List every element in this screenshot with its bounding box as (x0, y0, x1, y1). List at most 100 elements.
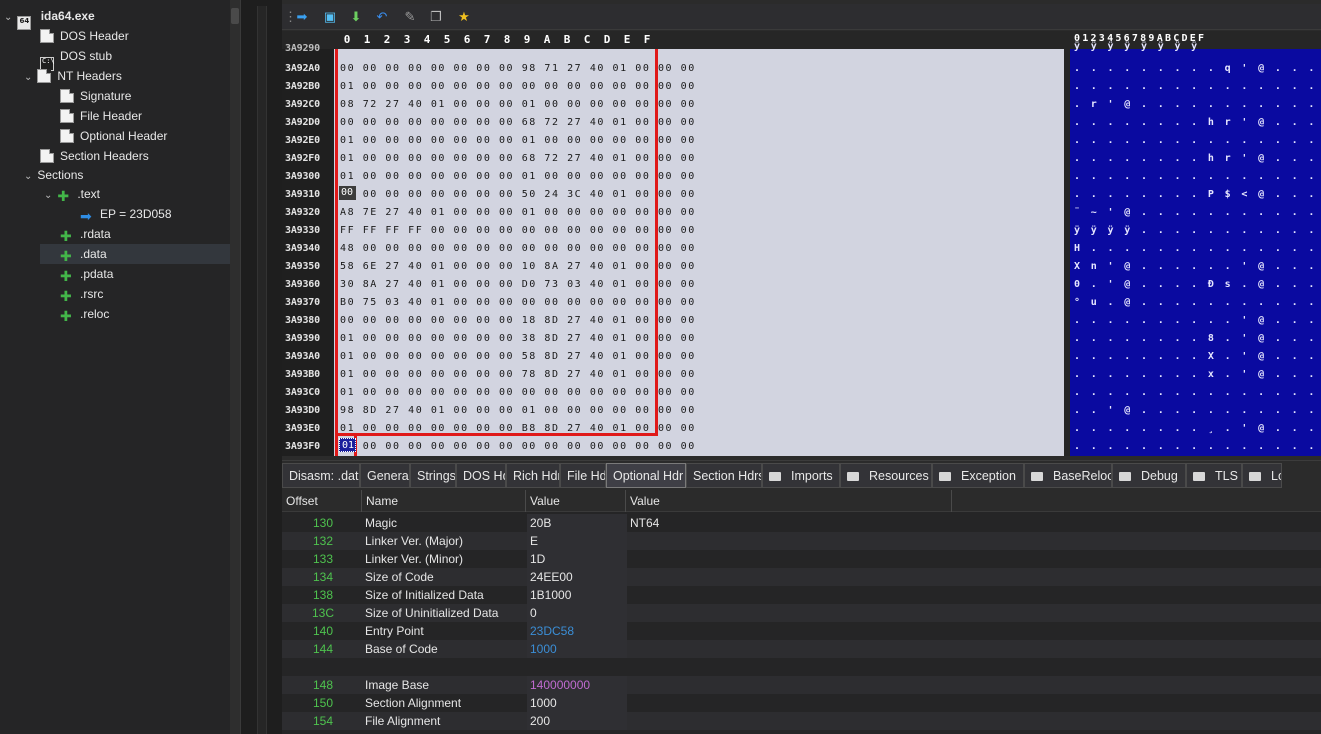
table-row[interactable]: 150 Section Alignment 1000 (282, 694, 1321, 712)
tree-item[interactable]: C:\ DOS stub (40, 46, 112, 71)
ascii-row[interactable]: . . . . . . . . . . ' @ . . . . (1074, 315, 1321, 326)
cursor-byte[interactable]: 01 (339, 438, 356, 452)
selected-byte-start[interactable]: 00 (339, 186, 356, 200)
hex-bytes-row[interactable]: 01 00 00 00 00 00 00 00 00 00 00 00 00 0… (340, 441, 696, 452)
tree-item[interactable]: Signature (60, 86, 131, 106)
chevron-down-icon[interactable]: ⌄ (44, 186, 54, 206)
ascii-row[interactable]: . . . . . . . . . . . . . . . . (1074, 135, 1321, 146)
table-row[interactable]: 148 Image Base 140000000 (282, 676, 1321, 694)
tab-section-hdrs[interactable]: Section Hdrs (686, 463, 762, 488)
value-cell[interactable]: 20B (530, 514, 551, 532)
tree-scrollbar-thumb[interactable] (231, 8, 239, 24)
tree-item[interactable]: Optional Header (60, 126, 167, 146)
ascii-row[interactable]: . . . . . . . . x . ' @ . . . . (1074, 369, 1321, 380)
table-row[interactable]: 140 Entry Point 23DC58 (282, 622, 1321, 640)
tree-item[interactable]: ✚ .pdata (60, 264, 113, 284)
table-row[interactable]: 133 Linker Ver. (Minor) 1D (282, 550, 1321, 568)
tab-resources[interactable]: Resources (840, 463, 932, 488)
tab-file-hdr[interactable]: File Hdr (560, 463, 606, 488)
tree-item[interactable]: Section Headers (40, 146, 149, 166)
tree-item[interactable]: ⌄ NT Headers (24, 66, 122, 86)
panel-splitter[interactable] (240, 0, 282, 734)
tree-item[interactable]: ✚ .reloc (60, 304, 109, 324)
tree-item[interactable]: ✚ .rdata (60, 224, 111, 244)
col-value-meaning[interactable]: Value (626, 490, 952, 512)
tree-item[interactable]: ✚ .data (40, 244, 238, 264)
tab-lo[interactable]: Lo (1242, 463, 1282, 488)
ascii-row[interactable]: . . . . . . . . 8 . ' @ . . . . (1074, 333, 1321, 344)
ascii-row[interactable]: . . . . . . . . P $ < @ . . . . (1074, 189, 1321, 200)
ascii-row[interactable]: . . ' @ . . . . . . . . . . . . (1074, 405, 1321, 416)
tab-strings[interactable]: Strings (410, 463, 456, 488)
tree-item[interactable]: ➡ EP = 23D058 (80, 204, 172, 224)
ascii-row[interactable]: . . . . . . . . . . . . . . . . (1074, 81, 1321, 92)
edit-icon[interactable]: ✎ (402, 9, 418, 25)
tree-item[interactable]: ⌄ ✚ .text (44, 184, 100, 204)
table-row[interactable]: 138 Size of Initialized Data 1B1000 (282, 586, 1321, 604)
tree-scrollbar[interactable] (230, 0, 240, 734)
value-cell[interactable]: 1000 (530, 694, 557, 712)
copy-icon[interactable]: ❐ (428, 9, 444, 25)
tab-rich-hdr[interactable]: Rich Hdr (506, 463, 560, 488)
ascii-row[interactable]: ° u . @ . . . . . . . . . . . . (1074, 297, 1321, 308)
value-cell[interactable]: 1B1000 (530, 586, 571, 604)
table-row[interactable]: 154 File Alignment 200 (282, 712, 1321, 730)
tab-basereloc[interactable]: BaseReloc (1024, 463, 1112, 488)
ascii-column[interactable]: ÿ ÿ ÿ ÿ ÿ ÿ ÿ ÿ . . . . . . . . . q ' @ … (1070, 41, 1321, 456)
tab-general[interactable]: General (360, 463, 410, 488)
table-row[interactable]: 144 Base of Code 1000 (282, 640, 1321, 658)
tab-disasm-data[interactable]: Disasm: .data (282, 463, 360, 488)
tab-debug[interactable]: Debug (1112, 463, 1186, 488)
value-cell[interactable]: 200 (530, 712, 550, 730)
ascii-row[interactable]: . . . . . . . . . . . . . . . . (1074, 441, 1321, 452)
export-icon[interactable]: ⬇ (348, 9, 364, 25)
hex-view[interactable]: 0123456789ABCDEF 3A9290 3A92A0 3A92B0 3A92… (282, 31, 1321, 456)
ascii-row[interactable]: . r ' @ . . . . . . . . . . . . (1074, 99, 1321, 110)
undo-icon[interactable]: ↶ (374, 9, 390, 25)
tree-item[interactable]: DOS Header (40, 26, 129, 46)
ascii-row[interactable]: . . . . . . . . h r ' @ . . . . (1074, 153, 1321, 164)
table-row[interactable]: 132 Linker Ver. (Major) E (282, 532, 1321, 550)
col-name[interactable]: Name (362, 490, 526, 512)
table-row[interactable] (282, 658, 1321, 676)
tree-item[interactable]: File Header (60, 106, 142, 126)
tab-dos-hdr[interactable]: DOS Hdr (456, 463, 506, 488)
ascii-row[interactable]: 0 . ' @ . . . . Ð s . @ . . . . (1074, 279, 1321, 290)
save-icon[interactable]: ▣ (322, 9, 338, 25)
chevron-down-icon[interactable]: ⌄ (4, 8, 14, 28)
table-row[interactable]: 134 Size of Code 24EE00 (282, 568, 1321, 586)
tab-exception[interactable]: Exception (932, 463, 1024, 488)
value-cell[interactable]: 1D (530, 550, 545, 568)
ascii-row[interactable]: . . . . . . . . ¸ . ' @ . . . . (1074, 423, 1321, 434)
tab-tls[interactable]: TLS (1186, 463, 1242, 488)
value-cell[interactable]: 0 (530, 604, 537, 622)
table-row[interactable]: 13C Size of Uninitialized Data 0 (282, 604, 1321, 622)
ascii-row[interactable]: ¨ ~ ' @ . . . . . . . . . . . . (1074, 207, 1321, 218)
tree-root[interactable]: ⌄ 64 ida64.exe (4, 6, 95, 30)
splitter-bar[interactable] (257, 6, 267, 734)
chevron-down-icon[interactable]: ⌄ (24, 167, 34, 187)
ascii-row[interactable]: . . . . . . . . . . . . . . . . (1074, 387, 1321, 398)
value-cell[interactable]: 140000000 (530, 676, 590, 694)
ascii-row[interactable]: ÿ ÿ ÿ ÿ . . . . . . . . . . . . (1074, 225, 1321, 236)
tab-optional-hdr[interactable]: Optional Hdr (606, 463, 686, 488)
value-cell[interactable]: E (530, 532, 538, 550)
ascii-row[interactable]: H . . . . . . . . . . . . . . . (1074, 243, 1321, 254)
col-value[interactable]: Value (526, 490, 626, 512)
ascii-row[interactable]: . . . . . . . . h r ' @ . . . . (1074, 117, 1321, 128)
chevron-down-icon[interactable]: ⌄ (24, 68, 34, 88)
ascii-row[interactable]: . . . . . . . . X . ' @ . . . . (1074, 351, 1321, 362)
star-icon[interactable]: ★ (456, 9, 472, 25)
ascii-row[interactable]: . . . . . . . . . . . . . . . . (1074, 171, 1321, 182)
value-cell[interactable]: 23DC58 (530, 622, 574, 640)
table-row[interactable]: 130 Magic 20B NT64 (282, 514, 1321, 532)
col-offset[interactable]: Offset (282, 490, 362, 512)
tab-imports[interactable]: Imports (762, 463, 840, 488)
value-cell[interactable]: 1000 (530, 640, 557, 658)
tree-item[interactable]: ⌄ Sections (24, 165, 83, 185)
go-to-icon[interactable]: ➡ (294, 9, 310, 25)
ascii-row[interactable]: X n ' @ . . . . . . ' @ . . . . (1074, 261, 1321, 272)
tree-item[interactable]: ✚ .rsrc (60, 284, 103, 304)
ascii-row[interactable]: . . . . . . . . . q ' @ . . . . (1074, 63, 1321, 74)
value-cell[interactable]: 24EE00 (530, 568, 573, 586)
